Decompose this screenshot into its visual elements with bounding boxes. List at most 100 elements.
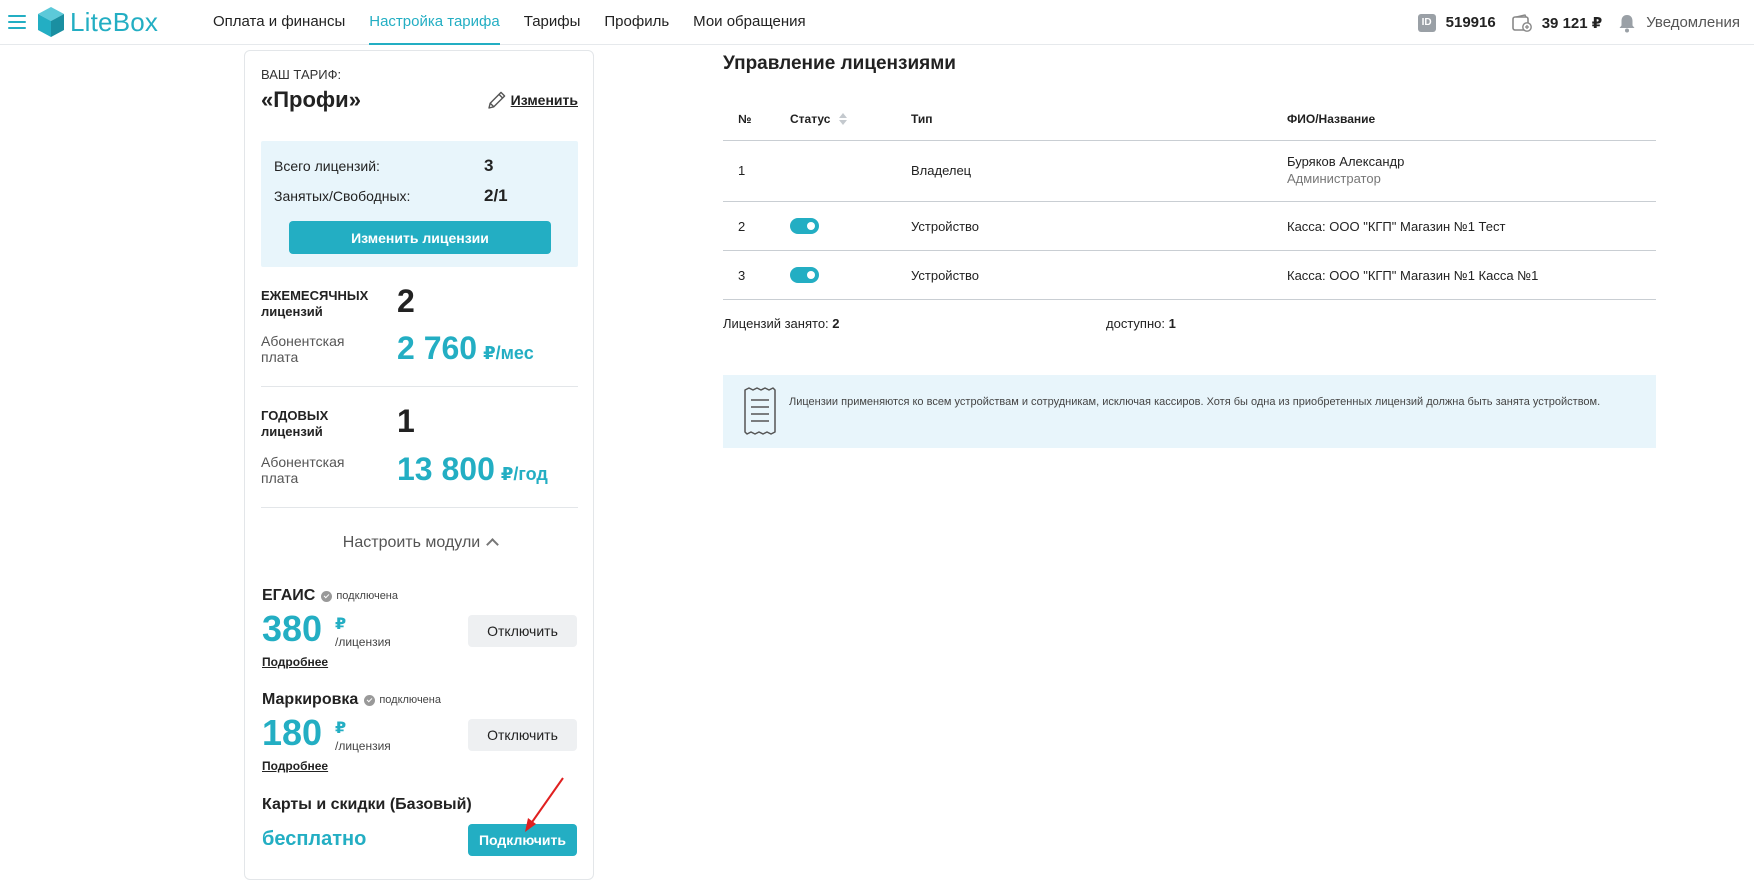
- info-notice: Лицензии применяются ко всем устройствам…: [723, 375, 1656, 448]
- nav-tariffs[interactable]: Тарифы: [524, 0, 581, 45]
- yearly-title: ГОДОВЫХ лицензий: [261, 408, 328, 440]
- monthly-title-line1: ЕЖЕМЕСЯЧНЫХ: [261, 288, 369, 303]
- change-licenses-button[interactable]: Изменить лицензии: [289, 221, 551, 254]
- sort-icon[interactable]: [838, 112, 848, 126]
- total-licenses-value: 3: [484, 156, 494, 175]
- column-number: №: [738, 112, 752, 126]
- licenses-used-summary: Лицензий занято: 2: [723, 316, 840, 331]
- check-circle-icon: [321, 590, 333, 602]
- bell-icon[interactable]: [1618, 13, 1636, 33]
- top-bar: LiteBox Оплата и финансы Настройка тариф…: [0, 0, 1754, 45]
- pencil-icon: [487, 91, 505, 109]
- check-circle-icon: [364, 694, 376, 706]
- divider: [261, 386, 578, 387]
- notifications-link[interactable]: Уведомления: [1646, 14, 1740, 31]
- yearly-fee-label-line2: плата: [261, 470, 299, 486]
- module-egais-more-link[interactable]: Подробнее: [262, 655, 328, 669]
- module-marking-price: 180: [262, 712, 323, 753]
- yearly-fee-unit: ₽/год: [500, 464, 548, 484]
- nav-tariff-settings[interactable]: Настройка тарифа: [369, 0, 501, 45]
- yearly-fee-label-line1: Абонентская: [261, 454, 345, 470]
- monthly-fee-label-line1: Абонентская: [261, 333, 345, 349]
- module-marking-more-link[interactable]: Подробнее: [262, 759, 328, 773]
- nav-profile[interactable]: Профиль: [604, 0, 669, 45]
- row-number: 1: [738, 163, 746, 178]
- column-type: Тип: [911, 112, 933, 126]
- module-cards-price: бесплатно: [262, 828, 367, 850]
- license-management-title: Управление лицензиями: [723, 53, 956, 74]
- licenses-available-label: доступно:: [1106, 316, 1165, 331]
- configure-modules-toggle[interactable]: Настроить модули: [245, 534, 595, 552]
- module-marking-currency: ₽: [335, 720, 347, 737]
- row-type: Устройство: [911, 268, 980, 283]
- yearly-title-line2: лицензий: [261, 424, 323, 439]
- status-toggle[interactable]: [790, 218, 819, 234]
- monthly-fee-label: Абонентская плата: [261, 333, 344, 365]
- module-egais-name: ЕГАИС подключена: [262, 587, 398, 605]
- yearly-title-line1: ГОДОВЫХ: [261, 408, 329, 423]
- yearly-count: 1: [397, 403, 415, 439]
- account-info: ID 519916 39 121 ₽ Уведомления: [1417, 0, 1740, 45]
- main-nav: Оплата и финансы Настройка тарифа Тарифы…: [213, 0, 830, 45]
- divider: [261, 507, 578, 508]
- status-toggle[interactable]: [790, 267, 819, 283]
- connect-cards-button[interactable]: Подключить: [468, 824, 577, 856]
- status-badge: подключена: [364, 694, 441, 706]
- yearly-fee: 13 800 ₽/год: [397, 451, 548, 488]
- row-name: Буряков Александр Администратор: [1287, 154, 1404, 186]
- row-number: 3: [738, 268, 746, 283]
- yearly-fee-value: 13 800: [397, 451, 495, 487]
- tariff-name: «Профи»: [261, 87, 361, 112]
- licenses-used-value: 2: [832, 316, 840, 331]
- module-marking-status: подключена: [379, 694, 441, 706]
- column-status[interactable]: Статус: [790, 112, 848, 127]
- module-marking-per: /лицензия: [335, 739, 391, 753]
- licenses-summary-box: Всего лицензий: 3 Занятых/Свободных: 2/1…: [261, 141, 578, 267]
- wallet-icon[interactable]: [1511, 13, 1532, 32]
- disable-egais-button[interactable]: Отключить: [468, 615, 577, 647]
- module-egais-status: подключена: [336, 590, 398, 602]
- module-egais-title: ЕГАИС: [262, 587, 316, 604]
- logo-text: LiteBox: [70, 6, 159, 37]
- edit-tariff-label: Изменить: [510, 92, 578, 108]
- row-type: Владелец: [911, 163, 972, 178]
- tariff-card: ВАШ ТАРИФ: «Профи» Изменить Всего лиценз…: [244, 50, 594, 880]
- monthly-count: 2: [397, 283, 415, 319]
- total-licenses-label: Всего лицензий:: [274, 158, 380, 174]
- monthly-fee-label-line2: плата: [261, 349, 299, 365]
- nav-payments[interactable]: Оплата и финансы: [213, 0, 345, 45]
- module-egais-per: /лицензия: [335, 635, 391, 649]
- status-badge: подключена: [321, 590, 398, 602]
- tariff-label: ВАШ ТАРИФ:: [261, 67, 342, 82]
- table-row: 2 Устройство Касса: ООО "КГП" Магазин №1…: [723, 202, 1656, 251]
- disable-marking-button[interactable]: Отключить: [468, 719, 577, 751]
- used-free-label: Занятых/Свободных:: [274, 188, 411, 204]
- licenses-used-label: Лицензий занято:: [723, 316, 829, 331]
- module-marking-title: Маркировка: [262, 691, 359, 708]
- configure-modules-label: Настроить модули: [342, 534, 481, 551]
- logo[interactable]: LiteBox: [36, 5, 158, 39]
- row-name-text: Буряков Александр: [1287, 154, 1405, 169]
- row-number: 2: [738, 219, 746, 234]
- menu-icon[interactable]: [8, 15, 26, 29]
- table-row: 1 Владелец Буряков Александр Администрат…: [723, 141, 1656, 202]
- edit-tariff-link[interactable]: Изменить: [486, 89, 578, 111]
- used-free-row: Занятых/Свободных: 2/1: [274, 186, 508, 205]
- nav-requests[interactable]: Мои обращения: [693, 0, 805, 45]
- id-icon: ID: [1417, 13, 1436, 32]
- module-marking-name: Маркировка подключена: [262, 691, 441, 709]
- account-id: 519916: [1445, 14, 1496, 31]
- module-egais-currency: ₽: [335, 616, 347, 633]
- column-name: ФИО/Название: [1287, 112, 1376, 126]
- module-egais-price: 380: [262, 608, 323, 649]
- used-free-value: 2/1: [484, 186, 508, 205]
- row-role: Администратор: [1287, 171, 1381, 186]
- total-licenses-row: Всего лицензий: 3: [274, 156, 493, 175]
- litebox-logo-icon: [38, 7, 64, 37]
- column-status-label: Статус: [790, 112, 831, 126]
- info-text: Лицензии применяются ко всем устройствам…: [789, 396, 1601, 408]
- monthly-fee-unit: ₽/мес: [483, 343, 534, 363]
- monthly-title: ЕЖЕМЕСЯЧНЫХ лицензий: [261, 288, 368, 320]
- module-cards-name: Карты и скидки (Базовый): [262, 796, 472, 813]
- licenses-available-value: 1: [1168, 316, 1176, 331]
